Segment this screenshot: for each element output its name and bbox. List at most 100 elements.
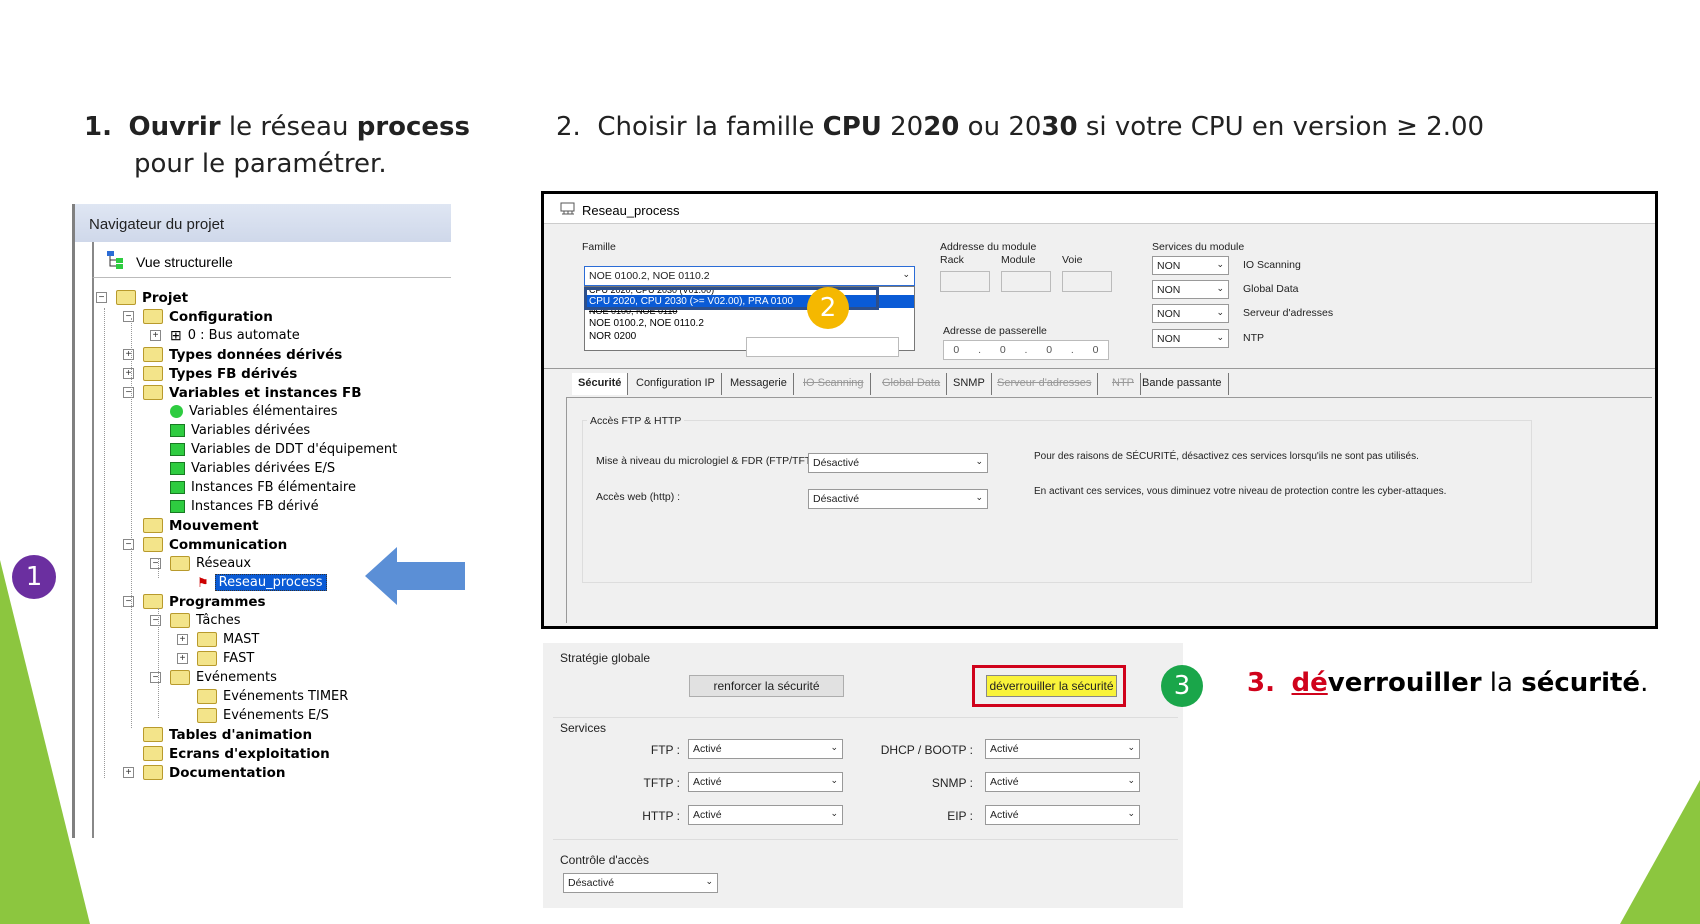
tree-item-variables-elementaires[interactable]: Variables élémentaires — [170, 402, 338, 421]
dhcp-select[interactable]: Activé ⌄ — [985, 739, 1140, 759]
rack-input[interactable] — [940, 271, 990, 292]
step3-title: 3. déverrouiller la sécurité. — [1247, 668, 1649, 698]
module-label: Module — [1001, 254, 1036, 266]
eip-select[interactable]: Activé ⌄ — [985, 805, 1140, 825]
tab-messagerie[interactable]: Messagerie — [724, 373, 794, 395]
securite-panel: Accès FTP & HTTP Mise à niveau du microl… — [566, 397, 1652, 623]
expand-icon[interactable]: + — [123, 368, 134, 379]
tree-item-types-fb-derives[interactable]: Types FB dérivés — [143, 364, 297, 383]
tftp-select[interactable]: Activé ⌄ — [688, 772, 843, 792]
web-access-select[interactable]: Désactivé ⌄ — [808, 489, 988, 509]
http-select[interactable]: Activé ⌄ — [688, 805, 843, 825]
tree-item-fast[interactable]: FAST — [197, 649, 254, 668]
tree-item-communication[interactable]: Communication — [143, 535, 287, 554]
snmp-select[interactable]: Activé ⌄ — [985, 772, 1140, 792]
renforcer-securite-button[interactable]: renforcer la sécurité — [689, 675, 844, 697]
dhcp-label: DHCP / BOOTP : — [880, 743, 973, 757]
global-data-select[interactable]: NON ⌄ — [1152, 280, 1229, 299]
tree-item-variables-derivees[interactable]: Variables dérivées — [170, 421, 310, 440]
snmp-label: SNMP : — [931, 776, 973, 790]
tab-global-data[interactable]: Global Data — [876, 373, 948, 395]
voie-input[interactable] — [1062, 271, 1112, 292]
tree-item-programmes[interactable]: Programmes — [143, 592, 266, 611]
expand-icon[interactable]: + — [150, 330, 161, 341]
folder-icon — [170, 613, 190, 628]
expand-icon[interactable]: + — [123, 349, 134, 360]
variable-block-icon — [170, 424, 185, 437]
firmware-select[interactable]: Désactivé ⌄ — [808, 453, 988, 473]
ntp-select[interactable]: NON ⌄ — [1152, 329, 1229, 348]
tree-item-evenements[interactable]: Evénements — [170, 668, 277, 687]
tab-securite[interactable]: Sécurité — [572, 373, 629, 395]
strategie-globale-label: Stratégie globale — [560, 651, 651, 665]
tree-item-taches[interactable]: Tâches — [170, 611, 241, 630]
tree-item-documentation[interactable]: Documentation — [143, 763, 285, 782]
collapse-icon[interactable]: − — [123, 539, 134, 550]
tree-item-tables-animation[interactable]: Tables d'animation — [143, 725, 312, 744]
tree-item-variables-ddt-equipement[interactable]: Variables de DDT d'équipement — [170, 440, 397, 459]
tree-item-label: Instances FB dérivé — [191, 499, 319, 514]
folder-icon — [170, 670, 190, 685]
dropdown-option-3[interactable]: NOE 0100.2, NOE 0110.2 — [585, 317, 914, 330]
tree-item-projet[interactable]: Projet — [116, 288, 188, 307]
expand-icon[interactable]: + — [177, 653, 188, 664]
passerelle-input[interactable]: 0.0.0.0 — [943, 340, 1109, 360]
module-input[interactable] — [1001, 271, 1051, 292]
folder-icon — [170, 556, 190, 571]
collapse-icon[interactable]: − — [150, 672, 161, 683]
voie-label: Voie — [1062, 254, 1083, 266]
tree-item-configuration[interactable]: Configuration — [143, 307, 273, 326]
expand-icon[interactable]: + — [177, 634, 188, 645]
window-title: Reseau_process — [544, 194, 1655, 224]
tree-item-variables-instances-fb[interactable]: Variables et instances FB — [143, 383, 362, 402]
tree-item-label: Variables et instances FB — [169, 384, 362, 401]
tab-snmp[interactable]: SNMP — [947, 373, 992, 395]
tree-item-evenements-es[interactable]: Evénements E/S — [197, 706, 329, 725]
project-navigator: Navigateur du projet Vue structurelle Pr… — [72, 204, 451, 838]
tree-item-label: Ecrans d'exploitation — [169, 745, 330, 762]
tree-item-variables-derivees-es[interactable]: Variables dérivées E/S — [170, 459, 335, 478]
security-note-2: En activant ces services, vous diminuez … — [1034, 486, 1447, 497]
http-label: HTTP : — [642, 809, 680, 823]
ftp-select[interactable]: Activé ⌄ — [688, 739, 843, 759]
controle-acces-label: Contrôle d'accès — [560, 853, 650, 867]
tree-item-bus-automate[interactable]: ⊞ 0 : Bus automate — [170, 326, 300, 345]
io-scanning-select[interactable]: NON ⌄ — [1152, 256, 1229, 275]
tree-item-mouvement[interactable]: Mouvement — [143, 516, 259, 535]
eip-label: EIP : — [947, 809, 973, 823]
tree-item-reseau-process[interactable]: ⚑ Reseau_process — [197, 573, 327, 592]
expand-icon[interactable]: + — [123, 767, 134, 778]
tree-item-label: Reseau_process — [214, 574, 327, 591]
tree-item-evenements-timer[interactable]: Evénements TIMER — [197, 687, 348, 706]
tree-item-instances-fb-elementaire[interactable]: Instances FB élémentaire — [170, 478, 356, 497]
famille-select[interactable]: NOE 0100.2, NOE 0110.2 ⌄ — [584, 266, 915, 286]
tree-item-label: Evénements E/S — [223, 708, 329, 723]
structural-view-label: Vue structurelle — [136, 254, 233, 270]
tree-item-reseaux[interactable]: Réseaux — [170, 554, 251, 573]
collapse-icon[interactable]: − — [123, 311, 134, 322]
tree-item-mast[interactable]: MAST — [197, 630, 259, 649]
serveur-adresses-select[interactable]: NON ⌄ — [1152, 304, 1229, 323]
tab-configuration-ip[interactable]: Configuration IP — [630, 373, 722, 395]
collapse-icon[interactable]: − — [123, 596, 134, 607]
tree-item-instances-fb-derive[interactable]: Instances FB dérivé — [170, 497, 319, 516]
collapse-icon[interactable]: − — [96, 292, 107, 303]
tree-item-label: Evénements TIMER — [223, 689, 349, 704]
folder-icon — [143, 727, 163, 742]
bus-icon: ⊞ — [170, 327, 182, 343]
tab-bande-passante[interactable]: Bande passante — [1136, 373, 1229, 395]
tab-serveur-adresses[interactable]: Serveur d'adresses — [991, 373, 1099, 395]
tree-item-label: Types données dérivés — [169, 346, 343, 363]
structural-view-header[interactable]: Vue structurelle — [92, 242, 451, 278]
tab-io-scanning[interactable]: IO Scanning — [797, 373, 871, 395]
collapse-icon[interactable]: − — [150, 558, 161, 569]
tree-item-ecrans-exploitation[interactable]: Ecrans d'exploitation — [143, 744, 330, 763]
collapse-icon[interactable]: − — [150, 615, 161, 626]
tree-item-label: Communication — [169, 536, 288, 553]
tree-item-types-donnees-derives[interactable]: Types données dérivés — [143, 345, 342, 364]
controle-acces-select[interactable]: Désactivé ⌄ — [563, 873, 718, 893]
folder-icon — [143, 347, 163, 362]
deverrouiller-securite-button[interactable]: déverrouiller la sécurité — [986, 675, 1117, 697]
tree-item-label: Instances FB élémentaire — [191, 480, 356, 495]
collapse-icon[interactable]: − — [123, 387, 134, 398]
